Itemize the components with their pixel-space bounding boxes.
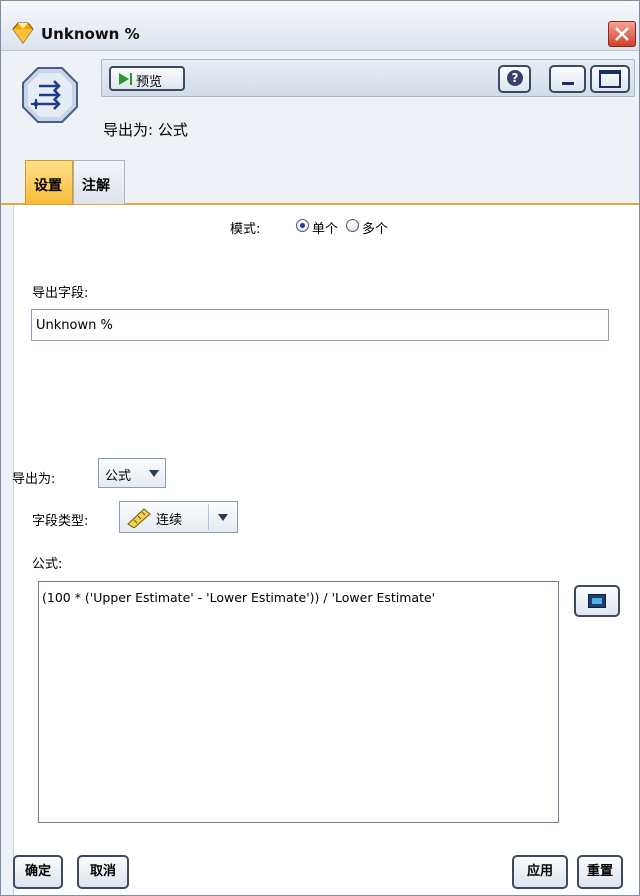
cancel-button[interactable]: 取消 [77, 855, 129, 889]
minimize-icon [562, 82, 574, 85]
reset-button[interactable]: 重置 [577, 855, 623, 889]
mode-multiple-radio[interactable] [346, 219, 359, 232]
formula-editor[interactable]: (100 * ('Upper Estimate' - 'Lower Estima… [38, 581, 559, 823]
derive-as-dropdown[interactable]: 公式 [98, 458, 166, 488]
tab-settings[interactable]: 设置 [25, 160, 73, 204]
field-type-label: 字段类型: [32, 514, 89, 529]
tab-bar: 设置 注解 [1, 142, 639, 205]
derive-as-caption: 导出为: 公式 [103, 121, 188, 139]
derive-node-icon [22, 67, 78, 123]
preview-label: 预览 [136, 75, 163, 90]
settings-panel: 模式: 单个 多个 导出字段: 导出为: 公式 字段类型: 连续 公式: (10… [12, 205, 639, 895]
tab-annotations[interactable]: 注解 [73, 160, 125, 204]
tab-annotations-label: 注解 [82, 178, 110, 194]
node-header: 预览 ? 导出为: 公式 [1, 52, 639, 142]
diamond-node-icon [12, 22, 34, 44]
toolbar: 预览 ? [101, 59, 635, 97]
expression-builder-button[interactable] [574, 585, 620, 617]
mode-multiple-label: 多个 [362, 222, 389, 237]
formula-label: 公式: [32, 557, 63, 572]
derive-node-dialog: Unknown % 预览 ? 导出为: 公式 设置 注解 模式: 单个 多个 导… [0, 0, 640, 896]
derive-as-value: 公式 [105, 469, 132, 484]
help-button[interactable]: ? [498, 65, 531, 93]
field-type-dropdown[interactable]: 连续 [119, 501, 238, 533]
minimize-button[interactable] [549, 65, 586, 93]
field-type-value: 连续 [156, 513, 183, 528]
calculator-icon [588, 594, 606, 608]
field-type-arrow-button[interactable] [208, 504, 236, 530]
derive-field-input[interactable] [31, 309, 609, 341]
mode-single-label: 单个 [312, 222, 339, 237]
close-icon [615, 27, 629, 41]
ok-button[interactable]: 确定 [13, 855, 63, 889]
play-icon [119, 73, 129, 85]
maximize-icon [599, 70, 621, 88]
apply-button[interactable]: 应用 [512, 855, 568, 889]
ruler-icon [127, 508, 151, 528]
chevron-down-icon [149, 470, 159, 477]
question-icon: ? [507, 70, 523, 86]
derive-field-label: 导出字段: [32, 286, 89, 301]
close-button[interactable] [608, 21, 636, 47]
maximize-button[interactable] [590, 65, 630, 93]
play-bar [130, 73, 132, 85]
chevron-down-icon [218, 514, 228, 521]
tab-settings-label: 设置 [34, 178, 62, 194]
preview-button[interactable]: 预览 [109, 66, 185, 91]
derive-as-label: 导出为: [12, 472, 56, 487]
window-title: Unknown % [41, 25, 140, 43]
mode-single-radio[interactable] [296, 219, 309, 232]
title-bar[interactable]: Unknown % [1, 1, 639, 51]
mode-label: 模式: [230, 222, 261, 237]
